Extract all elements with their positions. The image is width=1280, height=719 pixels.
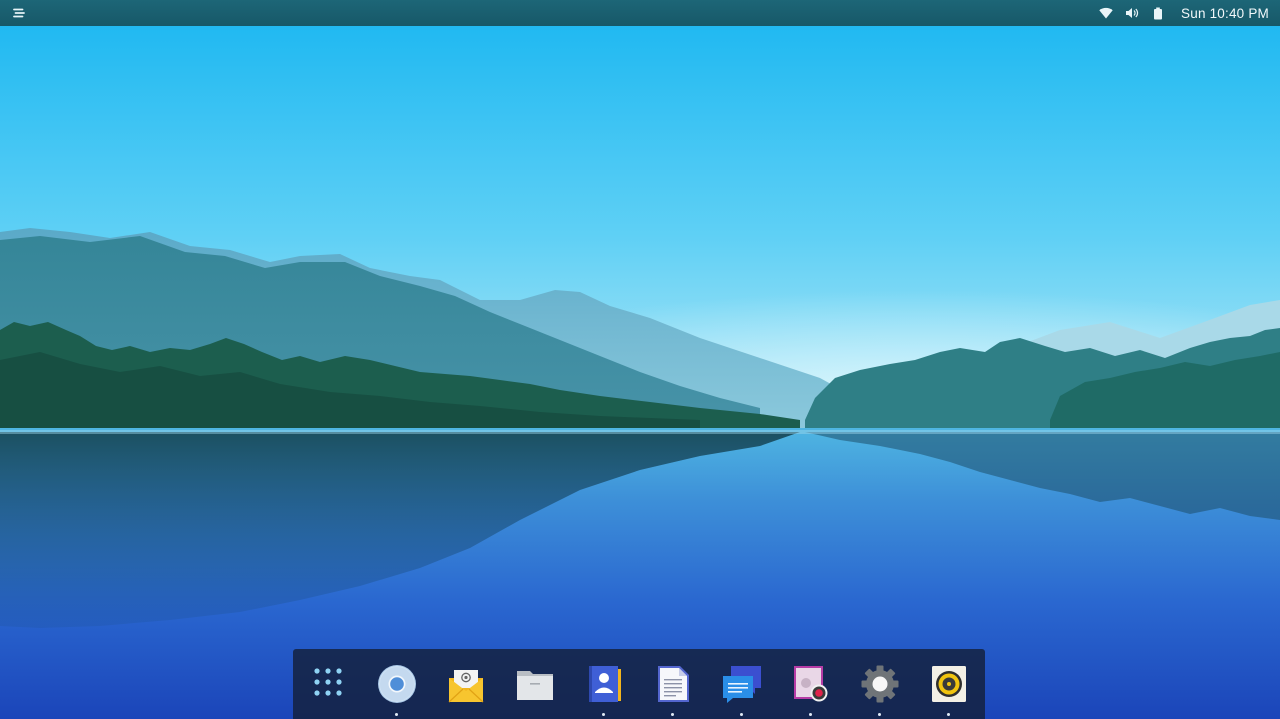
dock-item-music[interactable] <box>914 649 983 719</box>
dock-item-settings[interactable] <box>845 649 914 719</box>
media-record-icon <box>791 664 831 704</box>
volume-icon[interactable] <box>1119 0 1145 26</box>
dock-item-video-recorder[interactable] <box>776 649 845 719</box>
dock-item-files[interactable] <box>500 649 569 719</box>
running-indicator <box>878 713 881 716</box>
running-indicator <box>671 713 674 716</box>
dock-item-mail[interactable] <box>431 649 500 719</box>
battery-icon[interactable] <box>1145 0 1171 26</box>
running-indicator <box>395 713 398 716</box>
gear-icon <box>860 664 900 704</box>
mail-envelope-icon <box>446 664 486 704</box>
document-editor-icon <box>653 664 693 704</box>
dock-item-document[interactable] <box>638 649 707 719</box>
chat-bubbles-icon <box>721 664 763 704</box>
running-indicator <box>809 713 812 716</box>
wifi-icon[interactable] <box>1093 0 1119 26</box>
desktop-wallpaper <box>0 0 1280 719</box>
top-panel: Sun 10:40 PM <box>0 0 1280 26</box>
running-indicator <box>947 713 950 716</box>
clock[interactable]: Sun 10:40 PM <box>1181 6 1269 21</box>
speaker-icon <box>929 664 969 704</box>
dock-item-contacts[interactable] <box>569 649 638 719</box>
system-tray: Sun 10:40 PM <box>1093 0 1280 26</box>
distro-logo-icon[interactable] <box>6 0 32 26</box>
dock-item-browser[interactable] <box>362 649 431 719</box>
dock-item-messages[interactable] <box>707 649 776 719</box>
running-indicator <box>740 713 743 716</box>
dock-item-app-grid[interactable] <box>293 649 362 719</box>
folder-icon <box>515 664 555 704</box>
running-indicator <box>602 713 605 716</box>
chromium-browser-icon <box>377 664 417 704</box>
dock <box>293 649 985 719</box>
contacts-book-icon <box>584 664 624 704</box>
app-grid-icon <box>310 664 346 700</box>
